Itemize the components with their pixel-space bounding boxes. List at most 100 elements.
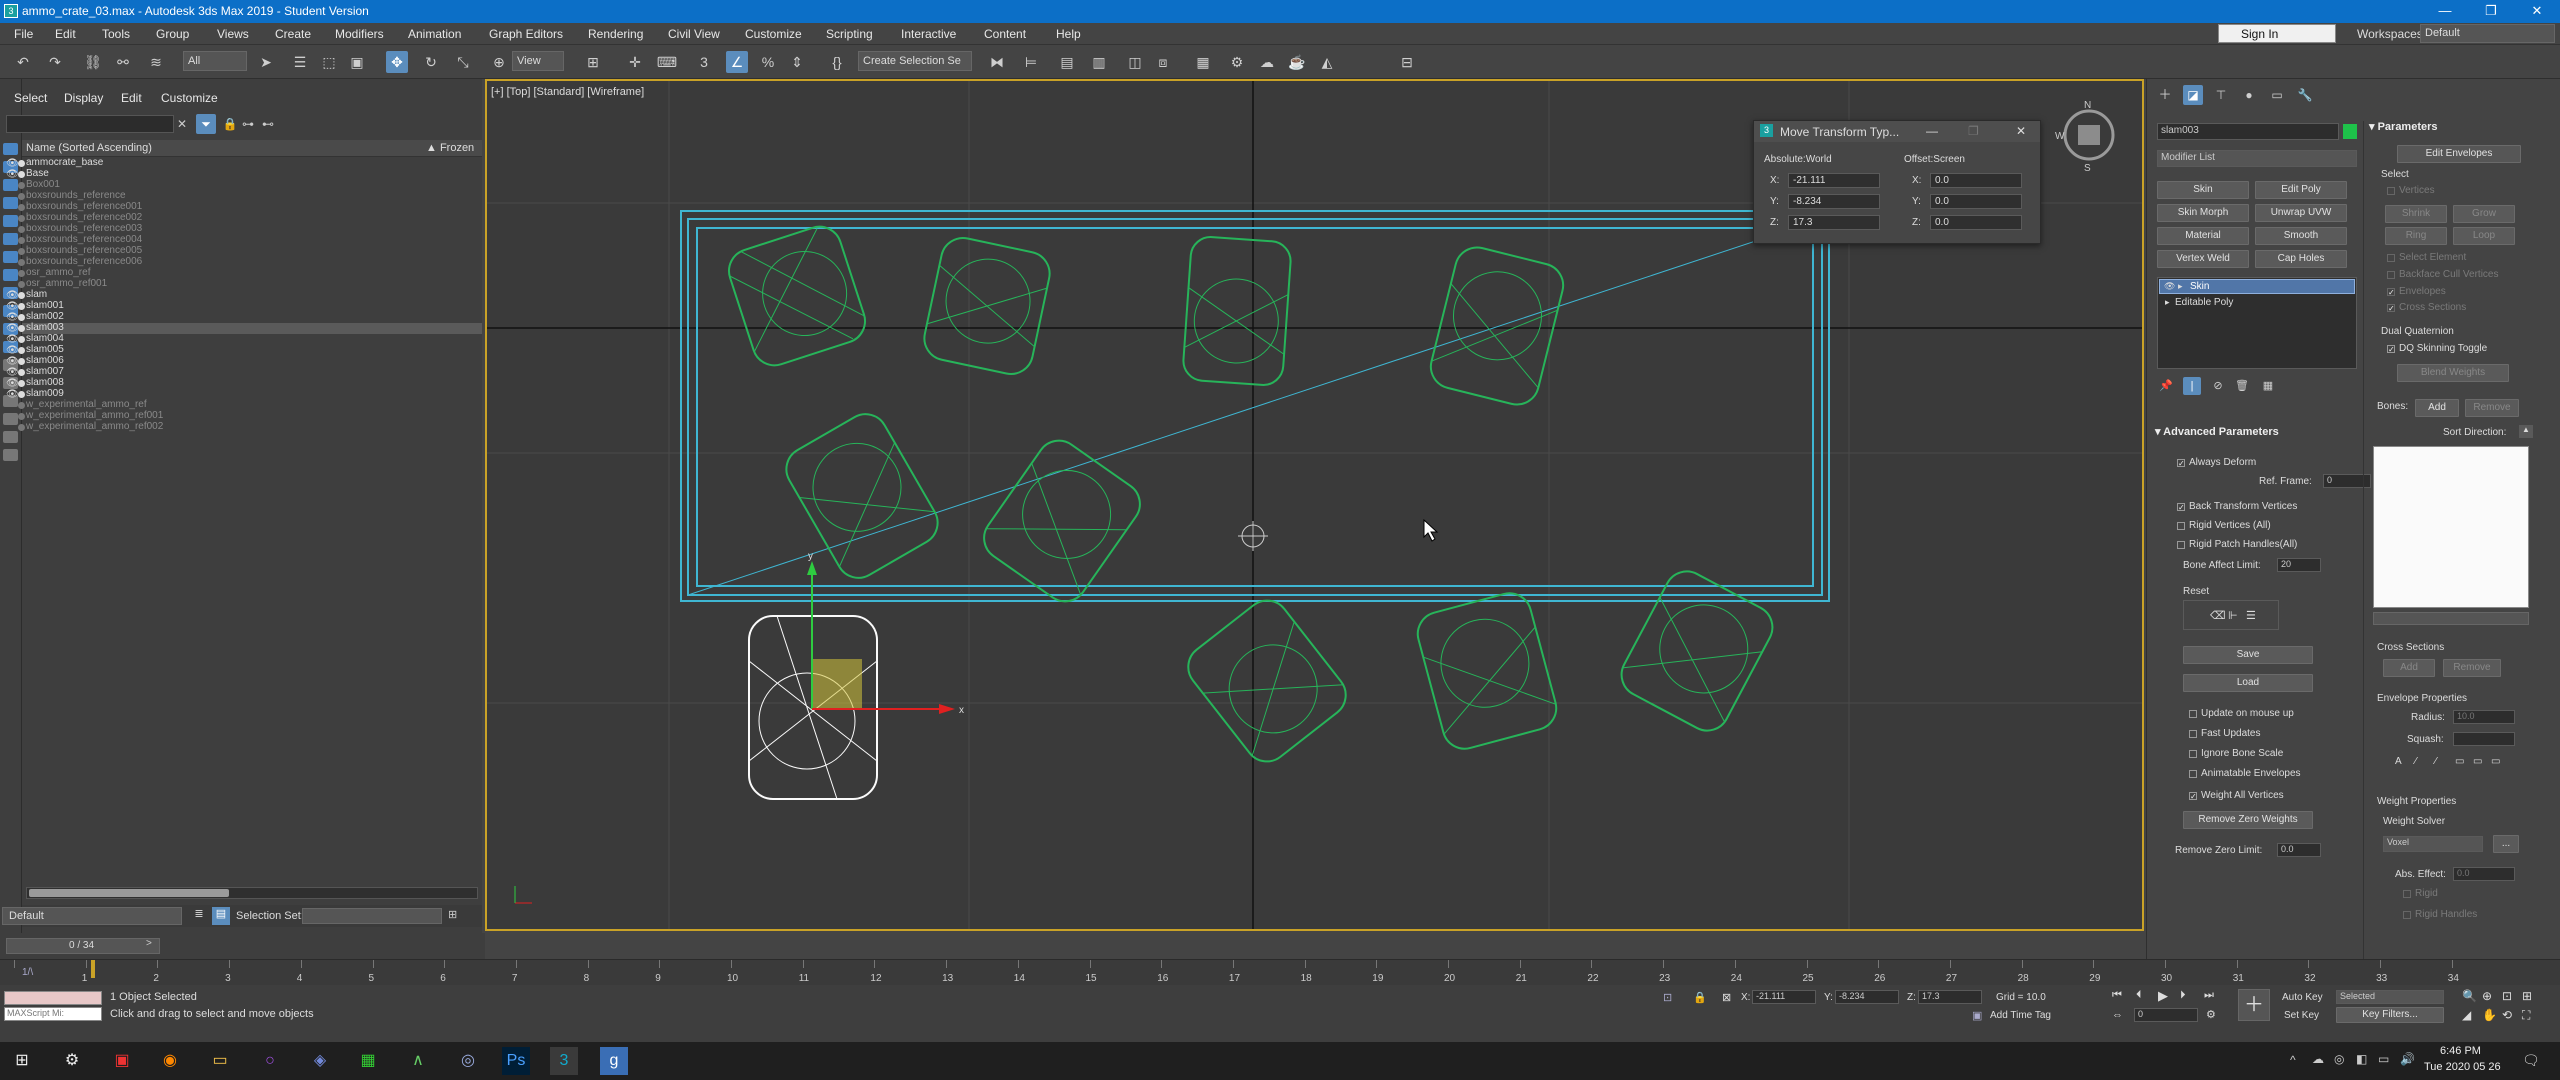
visibility-eye-icon[interactable]: [6, 411, 17, 422]
rigid-vertices-checkbox[interactable]: [2177, 522, 2185, 530]
modify-tab-icon[interactable]: ◪: [2183, 85, 2203, 105]
object-dot-icon[interactable]: [18, 237, 25, 244]
tray-volume-icon[interactable]: 🔊: [2400, 1052, 2415, 1066]
menu-edit[interactable]: Edit: [55, 27, 76, 41]
stack-eye-icon[interactable]: 👁: [2164, 281, 2175, 292]
object-dot-icon[interactable]: [18, 292, 25, 299]
list-item[interactable]: 👁 slam003: [6, 322, 482, 334]
named-selection-select[interactable]: Create Selection Se: [858, 51, 972, 71]
paste-envelope-icon[interactable]: ▭: [2491, 756, 2500, 767]
time-config-icon[interactable]: ⚙: [2206, 1008, 2216, 1021]
angle-snap-icon[interactable]: ∠: [726, 51, 748, 73]
relative-envelope-icon[interactable]: ⁄: [2415, 756, 2417, 767]
ignore-bone-scale-checkbox[interactable]: [2189, 750, 2197, 758]
utilities-tab-icon[interactable]: 🔧: [2295, 85, 2315, 105]
hierarchy-tab-icon[interactable]: ⊤: [2211, 85, 2231, 105]
menu-customize[interactable]: Customize: [745, 27, 802, 41]
steam-icon[interactable]: ◎: [454, 1047, 482, 1075]
absolute-mode-icon[interactable]: ⊠: [1722, 991, 1731, 1004]
object-dot-icon[interactable]: [18, 347, 25, 354]
dq-toggle-checkbox[interactable]: ✓: [2387, 345, 2395, 354]
selection-set-select[interactable]: [302, 908, 442, 924]
stack-expand-poly-icon[interactable]: ▸: [2165, 297, 2170, 308]
col-frozen[interactable]: ▲ Frozen: [426, 142, 474, 154]
off-z-input[interactable]: 0.0: [1930, 215, 2022, 230]
x-coord-input[interactable]: -21.111: [1752, 990, 1816, 1004]
object-dot-icon[interactable]: [18, 259, 25, 266]
ribbon-icon[interactable]: ▥: [1088, 51, 1110, 73]
hierarchy-icon[interactable]: ⊶: [238, 114, 258, 134]
visibility-eye-icon[interactable]: [6, 202, 17, 213]
visibility-eye-icon[interactable]: 👁: [6, 334, 19, 345]
filter-icon[interactable]: [3, 449, 18, 461]
sign-in-button[interactable]: Sign In: [2218, 24, 2336, 43]
firefox-icon[interactable]: ◉: [156, 1047, 184, 1075]
render-setup-icon[interactable]: ⚙: [1226, 51, 1248, 73]
field-of-view-icon[interactable]: ◢: [2462, 1008, 2471, 1022]
off-y-input[interactable]: 0.0: [1930, 194, 2022, 209]
menu-help[interactable]: Help: [1056, 27, 1081, 41]
layer-stack-icon[interactable]: ≣: [190, 907, 208, 925]
edit-envelopes-button[interactable]: Edit Envelopes: [2397, 145, 2521, 163]
create-tab-icon[interactable]: ＋: [2155, 85, 2175, 105]
menu-content[interactable]: Content: [984, 27, 1026, 41]
visibility-eye-icon[interactable]: [6, 235, 17, 246]
time-next-icon[interactable]: >: [146, 938, 152, 949]
object-dot-icon[interactable]: [18, 380, 25, 387]
dialog-minimize-icon[interactable]: —: [1926, 124, 1938, 138]
squash-input[interactable]: [2453, 732, 2515, 746]
render-frame-icon[interactable]: ☁: [1256, 51, 1278, 73]
visibility-eye-icon[interactable]: 👁: [6, 290, 19, 301]
grow-button[interactable]: Grow: [2453, 205, 2515, 223]
time-tag-icon[interactable]: ▣: [1972, 1009, 1982, 1022]
app-icon[interactable]: 3: [4, 4, 18, 18]
redo-icon[interactable]: ↷: [44, 51, 66, 73]
key-filters-button[interactable]: Key Filters...: [2336, 1007, 2444, 1023]
object-dot-icon[interactable]: [18, 226, 25, 233]
align-icon[interactable]: ⊨: [1020, 51, 1042, 73]
object-dot-icon[interactable]: [18, 160, 25, 167]
list-item[interactable]: 👁 slam004: [6, 333, 482, 345]
move-icon[interactable]: ✥: [386, 51, 408, 73]
remove-zero-limit-input[interactable]: 0.0: [2277, 843, 2321, 857]
spinner-snap-icon[interactable]: ⇕: [786, 51, 808, 73]
scale-icon[interactable]: ⤡: [452, 51, 474, 73]
select-object-icon[interactable]: ➤: [255, 51, 277, 73]
blend-weights-button[interactable]: Blend Weights: [2397, 364, 2509, 382]
dialog-maximize-icon[interactable]: ❐: [1968, 124, 1979, 138]
auto-key-button[interactable]: Auto Key: [2282, 992, 2323, 1003]
clock-date[interactable]: Tue 2020 05 26: [2424, 1061, 2501, 1073]
layers-icon[interactable]: ⊷: [258, 114, 278, 134]
bone-affect-input[interactable]: 20: [2277, 558, 2321, 572]
percent-snap-icon[interactable]: %: [757, 51, 779, 73]
back-transform-checkbox[interactable]: ✓: [2177, 503, 2185, 512]
start-icon[interactable]: ⊞: [8, 1047, 36, 1075]
selection-set-edit-icon[interactable]: ⊞: [448, 908, 462, 924]
visibility-eye-icon[interactable]: 👁: [6, 367, 19, 378]
list-item[interactable]: 👁 slam: [6, 289, 482, 301]
material-editor-icon[interactable]: ▦: [1192, 51, 1214, 73]
isolate-icon[interactable]: ⊡: [1663, 991, 1672, 1004]
layer-select[interactable]: Default: [2, 907, 182, 925]
unwrap-uvw-button[interactable]: Unwrap UVW: [2255, 204, 2347, 222]
radius-input[interactable]: 10.0: [2453, 710, 2515, 724]
object-dot-icon[interactable]: [18, 193, 25, 200]
skin-morph-button[interactable]: Skin Morph: [2157, 204, 2249, 222]
envelope-visible-icon[interactable]: ⁄: [2435, 756, 2437, 767]
show-end-result-icon[interactable]: |: [2183, 377, 2201, 395]
visibility-eye-icon[interactable]: [6, 257, 17, 268]
lock-icon[interactable]: 🔒: [220, 114, 240, 134]
move-transform-titlebar[interactable]: 3 Move Transform Typ... — ❐ ✕: [1754, 121, 2040, 142]
maximize-viewport-icon[interactable]: ⛶: [2522, 1008, 2530, 1023]
arch-app-icon[interactable]: ∧: [404, 1047, 432, 1075]
layer-toggle-icon[interactable]: ▤: [212, 907, 230, 925]
current-frame-marker[interactable]: [91, 960, 95, 978]
visibility-eye-icon[interactable]: 👁: [6, 312, 19, 323]
goto-end-icon[interactable]: ⏭: [2204, 989, 2214, 1002]
tray-cloud-icon[interactable]: ☁: [2312, 1052, 2324, 1066]
object-dot-icon[interactable]: [18, 204, 25, 211]
object-dot-icon[interactable]: [18, 171, 25, 178]
list-item[interactable]: 👁 slam008: [6, 377, 482, 389]
select-element-checkbox[interactable]: [2387, 254, 2395, 262]
menu-views[interactable]: Views: [217, 27, 249, 41]
